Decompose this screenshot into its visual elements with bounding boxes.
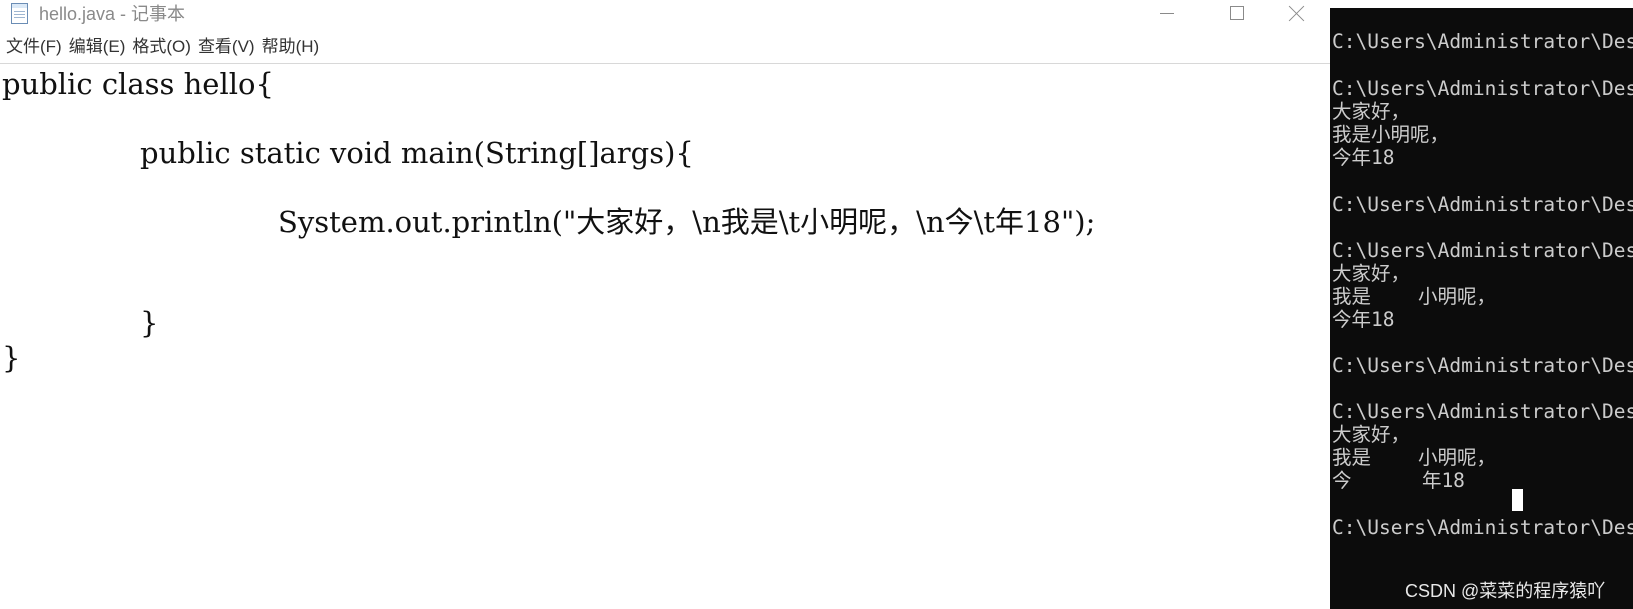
console-line: 大家好，: [1332, 423, 1411, 446]
title-bar[interactable]: hello.java - 记事本: [0, 0, 1330, 30]
text-cursor: [1512, 489, 1523, 511]
console-window[interactable]: C:\Users\Administrator\Des C:\Users\Admi…: [1330, 8, 1633, 609]
console-line: C:\Users\Administrator\Des: [1332, 77, 1633, 100]
watermark: CSDN @菜菜的程序猿吖: [1405, 581, 1606, 601]
code-line: }: [140, 306, 159, 340]
console-line: 今 年18: [1332, 469, 1465, 492]
console-line: C:\Users\Administrator\Des: [1332, 239, 1633, 262]
code-line: System.out.println("大家好，\n我是\t小明呢，\n今\t年…: [278, 205, 1096, 239]
console-line: C:\Users\Administrator\Des: [1332, 354, 1633, 377]
minimize-button[interactable]: [1136, 0, 1196, 30]
close-button[interactable]: [1276, 0, 1330, 30]
menu-edit[interactable]: 编辑(E): [69, 34, 126, 60]
console-line: C:\Users\Administrator\Des: [1332, 400, 1633, 423]
menu-format[interactable]: 格式(O): [132, 34, 191, 60]
window-title: hello.java - 记事本: [39, 4, 186, 24]
console-line: 大家好，: [1332, 100, 1411, 123]
menu-view[interactable]: 查看(V): [198, 34, 255, 60]
code-line: public class hello{: [2, 67, 274, 101]
code-line: }: [2, 341, 21, 375]
notepad-window: hello.java - 记事本 文件(F) 编辑(E) 格式(O) 查看(V)…: [0, 0, 1330, 609]
console-line: 我是小明呢，: [1332, 123, 1450, 146]
notepad-icon: [11, 3, 28, 24]
console-line: 今年18: [1332, 146, 1395, 169]
console-line: 大家好，: [1332, 262, 1411, 285]
maximize-button[interactable]: [1206, 0, 1266, 30]
code-line: public static void main(String[]args){: [140, 136, 694, 170]
console-line: C:\Users\Administrator\Des: [1332, 516, 1633, 539]
console-line: 我是 小明呢，: [1332, 285, 1496, 308]
console-line: 今年18: [1332, 308, 1395, 331]
menu-bar: 文件(F) 编辑(E) 格式(O) 查看(V) 帮助(H): [0, 34, 320, 60]
menu-help[interactable]: 帮助(H): [262, 34, 320, 60]
console-line: C:\Users\Administrator\Des: [1332, 193, 1633, 216]
console-line: C:\Users\Administrator\Des: [1332, 30, 1633, 53]
menu-file[interactable]: 文件(F): [6, 34, 62, 60]
console-line: 我是 小明呢，: [1332, 446, 1496, 469]
text-editor[interactable]: public class hello{ public static void m…: [0, 64, 1330, 609]
